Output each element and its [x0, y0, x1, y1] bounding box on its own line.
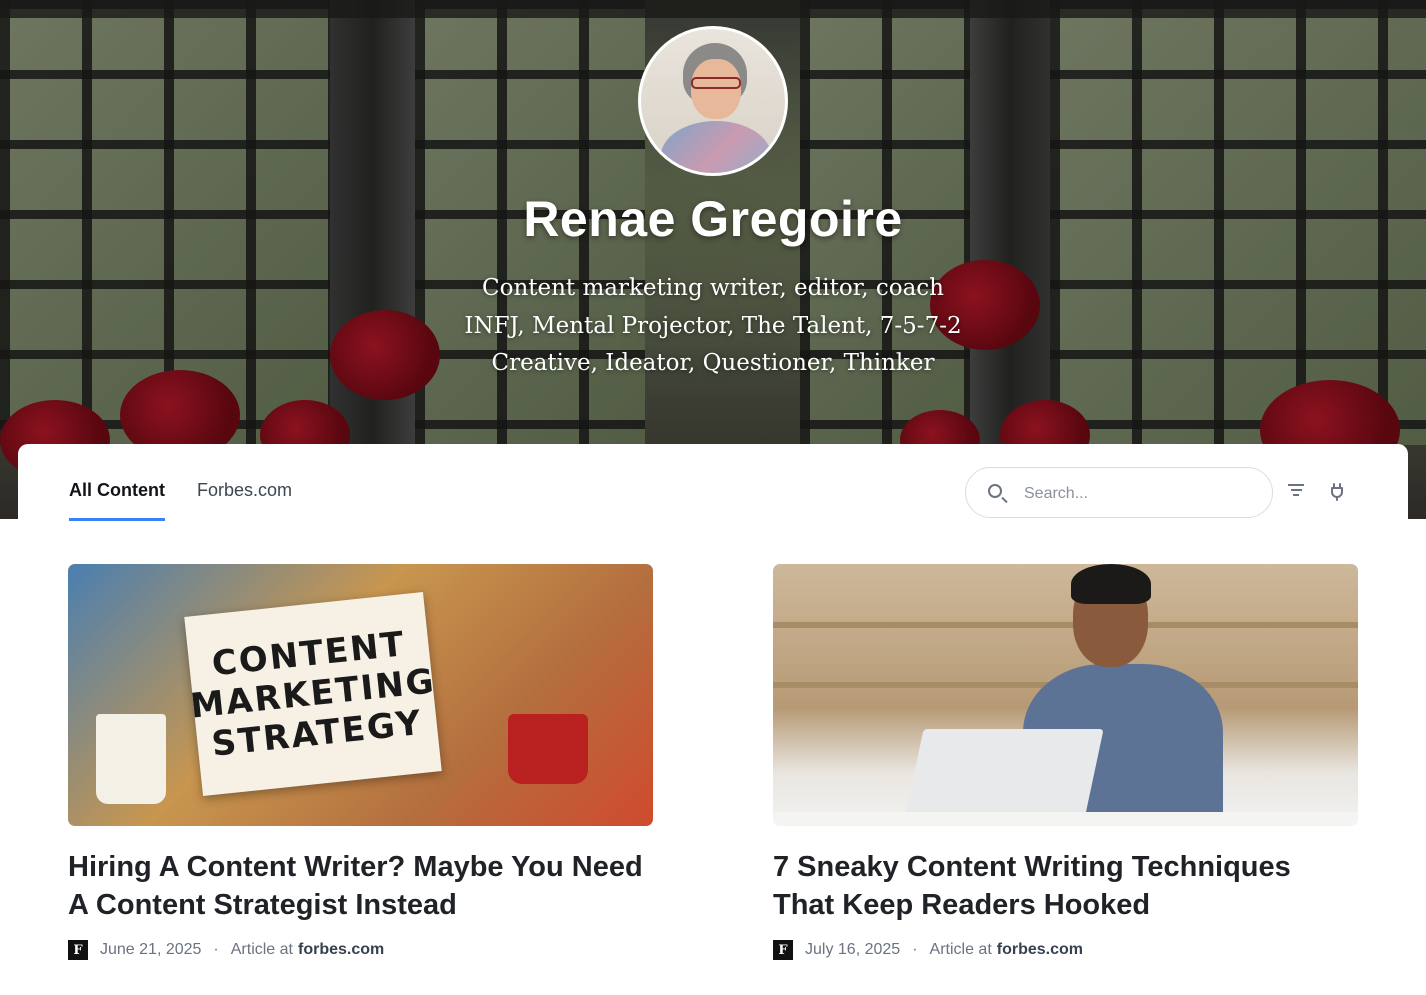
bio-line: Creative, Ideator, Questioner, Thinker	[491, 350, 935, 376]
article-thumbnail[interactable]: CONTENT MARKETING STRATEGY	[68, 564, 653, 826]
filter-icon[interactable]	[1288, 484, 1304, 500]
article-type: Article at	[230, 941, 293, 958]
profile-bio: Content marketing writer, editor, coach …	[0, 270, 1426, 383]
tab-all-content[interactable]: All Content	[69, 480, 165, 521]
avatar-face	[691, 59, 741, 119]
plug-icon[interactable]	[1330, 483, 1344, 501]
article-date: June 21, 2025	[100, 941, 202, 958]
avatar	[638, 26, 788, 176]
pencil-cup	[96, 714, 166, 804]
thumbnail-board: CONTENT MARKETING STRATEGY	[184, 591, 442, 797]
profile-name: Renae Gregoire	[523, 191, 903, 247]
person-hair	[1071, 564, 1151, 604]
article-title[interactable]: 7 Sneaky Content Writing Techniques That…	[773, 848, 1358, 924]
avatar-shirt	[661, 121, 771, 173]
content-tabs: All Content Forbes.com	[69, 480, 292, 521]
bio-line: INFJ, Mental Projector, The Talent, 7-5-…	[464, 312, 962, 339]
red-mug	[508, 714, 588, 784]
profile-hero: Renae Gregoire Content marketing writer,…	[0, 0, 1426, 519]
article-card[interactable]: CONTENT MARKETING STRATEGY Hiring A Cont…	[68, 564, 653, 960]
separator-dot: ·	[912, 941, 918, 958]
forbes-icon: F	[68, 940, 88, 960]
article-card[interactable]: 7 Sneaky Content Writing Techniques That…	[773, 564, 1358, 960]
article-title[interactable]: Hiring A Content Writer? Maybe You Need …	[68, 848, 653, 924]
forbes-icon: F	[773, 940, 793, 960]
desk	[773, 812, 1358, 826]
article-source[interactable]: forbes.com	[997, 941, 1083, 959]
avatar-glasses	[691, 77, 741, 89]
article-type: Article at	[929, 941, 992, 958]
search-input[interactable]	[1022, 480, 1256, 508]
search-box[interactable]	[965, 467, 1273, 518]
article-source[interactable]: forbes.com	[298, 941, 384, 959]
tab-forbes[interactable]: Forbes.com	[197, 480, 292, 521]
article-thumbnail[interactable]	[773, 564, 1358, 826]
search-icon	[988, 484, 1002, 498]
bio-line: Content marketing writer, editor, coach	[482, 275, 944, 301]
article-date: July 16, 2025	[805, 941, 901, 958]
article-meta: F July 16, 2025 · Article at forbes.com	[773, 940, 1358, 960]
separator-dot: ·	[213, 941, 219, 958]
article-meta: F June 21, 2025 · Article at forbes.com	[68, 940, 653, 960]
